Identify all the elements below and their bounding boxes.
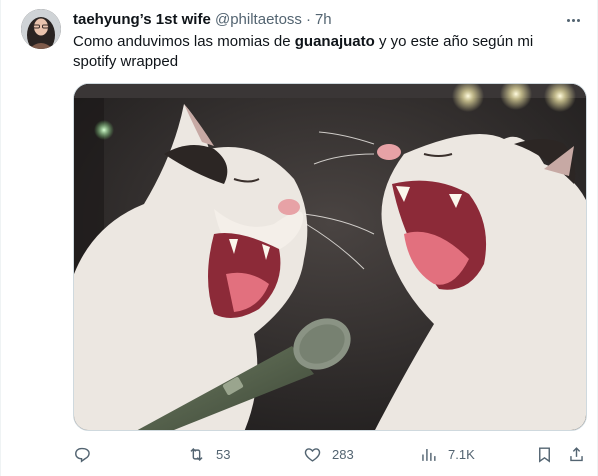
share-icon [570, 446, 583, 461]
views-chart-icon [422, 448, 436, 461]
tweet-image[interactable] [73, 83, 587, 431]
reply-button[interactable] [73, 442, 102, 466]
avatar[interactable] [21, 9, 61, 49]
tweet-text: Como anduvimos las momias de guanajuato … [73, 33, 534, 70]
action-bar: 53 283 7.1K [73, 442, 589, 466]
share-button[interactable] [567, 442, 586, 466]
timestamp[interactable]: 7h [315, 11, 332, 28]
bookmark-icon [539, 446, 550, 463]
bold-text: guanajuato [294, 33, 375, 50]
tweet-header: taehyung’s 1st wife @philtaetoss · 7h [73, 10, 332, 30]
retweet-icon [190, 447, 203, 461]
views-count: 7.1K [448, 446, 475, 462]
views-button[interactable]: 7.1K [419, 442, 475, 466]
more-horizontal-icon [566, 18, 570, 22]
separator-dot: · [305, 11, 311, 28]
heart-icon [304, 447, 321, 462]
tweet-card[interactable]: taehyung’s 1st wife @philtaetoss · 7h Como… [0, 0, 598, 476]
retweet-button[interactable]: 53 [187, 442, 230, 466]
reply-icon [75, 447, 90, 463]
author-name[interactable]: taehyung’s 1st wife [73, 11, 211, 28]
bookmark-button[interactable] [535, 442, 554, 466]
like-count: 283 [332, 446, 354, 462]
like-button[interactable]: 283 [303, 442, 354, 466]
more-options-button[interactable] [563, 10, 583, 30]
retweet-count: 53 [216, 446, 231, 462]
cats-singing-image [74, 84, 586, 430]
author-handle[interactable]: @philtaetoss [215, 11, 302, 28]
